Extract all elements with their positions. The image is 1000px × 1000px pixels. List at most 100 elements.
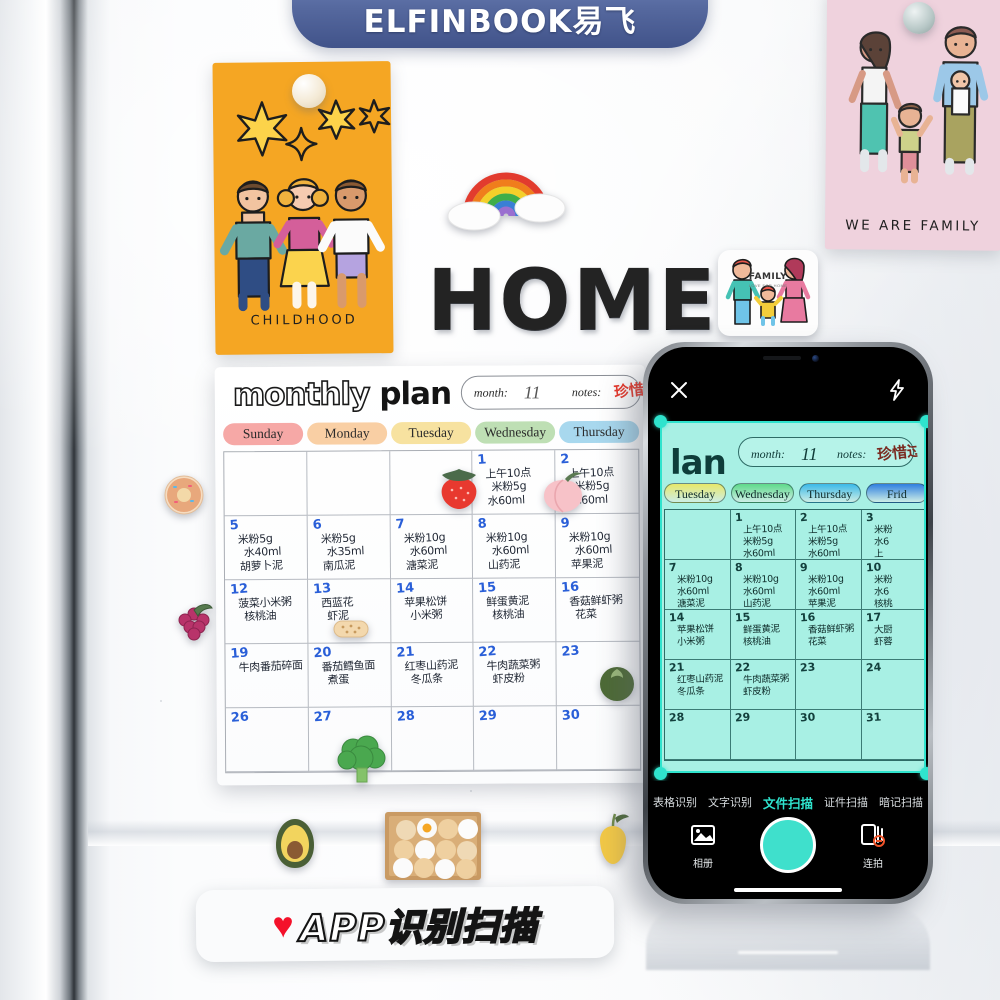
handwritten-note: 小米粥 <box>409 608 443 623</box>
camera-mode-tabs[interactable]: 表格识别 文字识别 文件扫描 证件扫描 暗记扫描 <box>648 791 928 813</box>
calendar-cell: 15 鲜蛋黄泥 核桃油 <box>473 578 557 643</box>
bread-magnet <box>333 620 369 638</box>
month-notes-box: month: 11 notes: 珍惜 <box>460 374 645 410</box>
front-camera <box>812 355 819 362</box>
calendar-date-number: 2 <box>559 451 571 468</box>
pear-magnet <box>600 813 629 864</box>
monthly-plan-board: monthly plan month: 11 notes: 珍惜 Sunday Mo… <box>214 364 648 786</box>
handwritten-note: 核桃油 <box>243 609 277 624</box>
strawberry-magnet <box>441 469 477 509</box>
crop-handle-top-right[interactable] <box>920 415 928 428</box>
camera-mode-4[interactable]: 暗记扫描 <box>879 794 923 810</box>
handwritten-note: 苹果泥 <box>570 556 604 572</box>
day-header-thursday: Thursday <box>559 420 640 444</box>
poster-childhood-caption: CHILDHOOD <box>250 312 358 329</box>
scan-crop-frame[interactable] <box>660 421 926 773</box>
peach-magnet <box>544 472 582 513</box>
handwritten-note: 胡萝卜泥 <box>239 558 284 574</box>
family-sticker-magnet: FAMILY LOVE FOR HOME <box>718 250 818 336</box>
calendar-cell: 30 <box>556 705 641 771</box>
calendar-date-number: 6 <box>311 517 323 534</box>
calendar-cell: 29 <box>474 706 558 771</box>
oval-magnet <box>903 2 935 34</box>
calendar-cell: 28 <box>391 706 475 772</box>
calendar-cell: 20 番茄鳕鱼面 煮蛋 <box>308 643 392 708</box>
avocado-magnet <box>276 819 314 868</box>
calendar-cell: 7 米粉10g 水60ml 溏菜泥 <box>390 514 474 580</box>
day-header-sunday: Sunday <box>223 422 304 446</box>
calendar-cell: 12 菠菜小米粥 核桃油 <box>225 579 309 645</box>
app-scan-badge-text: APP识别扫描 <box>299 904 539 952</box>
calendar-cell-notes: 红枣山药泥 冬瓜条 <box>404 658 469 687</box>
camera-topbar <box>648 373 928 407</box>
calendar-date-number: 30 <box>561 707 581 724</box>
calendar-cell-notes: 牛肉蔬菜粥 虾皮粉 <box>487 658 552 687</box>
calendar-cell: 5 米粉5g 水40ml 胡萝卜泥 <box>224 515 308 581</box>
calendar-date-number: 23 <box>561 643 581 660</box>
calendar-cell-notes: 番茄鳕鱼面 煮蛋 <box>321 659 386 688</box>
phone-screen: lan month: 11 notes: 珍惜过每天,才能过 Tuesday We… <box>648 347 928 899</box>
camera-mode-3[interactable]: 证件扫描 <box>824 794 868 810</box>
calendar-cell: 14 苹果松饼 小米粥 <box>390 578 474 644</box>
album-icon <box>691 825 715 845</box>
calendar-cell-notes: 鲜蛋黄泥 核桃油 <box>486 594 552 623</box>
brand-banner: ELFINBOOK易飞 <box>292 0 708 48</box>
calendar-date-number: 27 <box>313 708 333 726</box>
handwritten-note: 花菜 <box>575 607 598 622</box>
egg-carton <box>385 812 481 880</box>
notes-value: 珍惜 <box>613 380 645 402</box>
month-value: 11 <box>523 382 541 403</box>
family-sticker-label: FAMILY <box>748 272 788 282</box>
calendar-cell: 6 米粉5g 水35ml 南瓜泥 <box>307 515 391 580</box>
planner-title: monthly plan <box>232 375 452 414</box>
calendar-cell-notes: 米粉10g 水60ml 山药泥 <box>486 530 551 572</box>
calendar-cell: 21 红枣山药泥 冬瓜条 <box>391 642 475 708</box>
handwritten-note: 牛肉番茄碎面 <box>238 658 304 675</box>
day-header-wednesday: Wednesday <box>475 421 556 444</box>
calendar-cell <box>224 451 308 517</box>
month-label: month: <box>473 385 508 400</box>
crop-handle-top-left[interactable] <box>654 415 667 428</box>
burst-icon <box>861 824 885 847</box>
camera-viewfinder[interactable]: lan month: 11 notes: 珍惜过每天,才能过 Tuesday We… <box>648 411 928 781</box>
burst-label: 连拍 <box>863 859 883 870</box>
camera-controls: 相册 连拍 <box>648 817 928 881</box>
album-label: 相册 <box>693 859 713 870</box>
crop-handle-bottom-left[interactable] <box>654 767 667 780</box>
camera-mode-2[interactable]: 文件扫描 <box>763 793 813 812</box>
brand-banner-text: ELFINBOOK易飞 <box>363 4 637 40</box>
home-letters: HOME <box>427 251 718 349</box>
calendar-date-number: 26 <box>230 709 250 726</box>
smartphone: lan month: 11 notes: 珍惜过每天,才能过 Tuesday We… <box>643 342 933 904</box>
handwritten-note: 煮蛋 <box>327 673 350 688</box>
calendar-cell-notes: 米粉10g 水60ml 苹果泥 <box>569 530 635 572</box>
phone-reflection <box>646 906 930 970</box>
calendar-cell-notes: 牛肉番茄碎面 <box>238 658 304 675</box>
flash-icon[interactable] <box>884 377 910 403</box>
poster-family-caption: WE ARE FAMILY <box>845 217 981 235</box>
camera-mode-0[interactable]: 表格识别 <box>653 794 697 810</box>
app-scan-badge: ♥ APP识别扫描 <box>195 885 615 963</box>
close-icon[interactable] <box>666 377 692 403</box>
shutter-button[interactable] <box>760 817 816 873</box>
day-header-monday: Monday <box>307 422 388 445</box>
handwritten-note: 核桃油 <box>492 607 526 623</box>
handwritten-note: 虾皮粉 <box>492 671 526 687</box>
handwritten-note: 南瓜泥 <box>322 558 356 573</box>
album-button[interactable]: 相册 <box>674 823 732 870</box>
camera-mode-1[interactable]: 文字识别 <box>708 794 752 810</box>
calendar-cell: 16 香菇鲜虾粥 花菜 <box>556 577 640 643</box>
burst-button[interactable]: 连拍 <box>844 823 902 870</box>
phone-notch <box>729 347 847 368</box>
calendar-date-number: 9 <box>560 515 571 532</box>
home-indicator[interactable] <box>734 888 842 892</box>
calendar-cell: 9 米粉10g 水60ml 苹果泥 <box>555 513 640 579</box>
crop-handle-bottom-right[interactable] <box>920 767 928 780</box>
donut-magnet <box>164 475 204 515</box>
rainbow-magnet <box>447 172 566 231</box>
calendar-cell-notes: 米粉10g 水60ml 溏菜泥 <box>403 531 468 573</box>
family-illustration <box>848 26 989 184</box>
planner-title-solid: plan <box>379 375 452 413</box>
calendar-cell-notes: 米粉5g 水35ml 南瓜泥 <box>320 531 386 573</box>
calendar-date-number: 7 <box>394 516 405 533</box>
